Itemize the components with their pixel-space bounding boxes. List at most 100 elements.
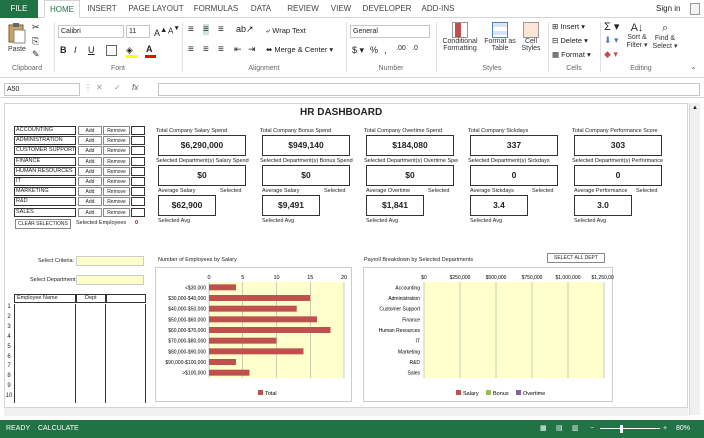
collapse-ribbon-icon[interactable]: ⌃: [690, 66, 697, 75]
add-department-button[interactable]: Add: [78, 126, 102, 135]
enter-icon[interactable]: ✓: [114, 83, 121, 92]
dept-cell[interactable]: [76, 313, 106, 324]
comma-icon[interactable]: ,: [384, 45, 387, 55]
percent-icon[interactable]: %: [370, 45, 378, 55]
dept-cell[interactable]: [76, 363, 106, 374]
cut-icon[interactable]: ✂: [32, 22, 44, 32]
remove-department-button[interactable]: Remove: [103, 166, 130, 176]
remove-department-button[interactable]: Remove: [103, 136, 130, 146]
dept-cell[interactable]: [76, 383, 106, 394]
increase-font-icon[interactable]: A▲: [154, 25, 167, 38]
add-department-button[interactable]: Add: [78, 207, 102, 217]
clear-selections-button[interactable]: CLEAR SELECTIONS: [15, 219, 71, 229]
tab-file[interactable]: FILE: [0, 0, 38, 18]
paste-button[interactable]: Paste: [6, 22, 28, 58]
employee-name-cell[interactable]: [14, 313, 76, 324]
dept-cell[interactable]: [76, 353, 106, 364]
align-left-icon[interactable]: ≡: [188, 44, 194, 55]
dept-cell[interactable]: [76, 333, 106, 344]
delete-cells-button[interactable]: ⊟ Delete ▾: [552, 36, 588, 45]
remove-department-button[interactable]: Remove: [103, 156, 130, 166]
align-middle-icon[interactable]: ≡: [203, 24, 209, 35]
horizontal-scrollbar[interactable]: [4, 407, 688, 416]
currency-icon[interactable]: $ ▾: [352, 45, 364, 56]
employee-name-cell[interactable]: [14, 323, 76, 334]
tab-home[interactable]: HOME: [44, 0, 80, 18]
employee-name-cell[interactable]: [14, 333, 76, 344]
worksheet[interactable]: ▲ HR DASHBOARD ACCOUNTING Add Remove ADM…: [0, 99, 704, 420]
dept-cell[interactable]: [76, 304, 106, 314]
italic-icon[interactable]: I: [74, 45, 77, 55]
remove-department-button[interactable]: Remove: [103, 126, 130, 135]
page-layout-view-icon[interactable]: ▤: [556, 420, 563, 438]
cancel-icon[interactable]: ✕: [96, 83, 103, 92]
remove-department-button[interactable]: Remove: [103, 177, 130, 186]
add-department-button[interactable]: Add: [78, 146, 102, 156]
sort-filter-button[interactable]: A↓ Sort & Filter ▾: [624, 22, 650, 49]
add-department-button[interactable]: Add: [78, 177, 102, 186]
orientation-icon[interactable]: ab↗: [236, 24, 254, 35]
zoom-in-icon[interactable]: +: [663, 420, 667, 438]
tab-insert[interactable]: INSERT: [84, 0, 120, 18]
employee-name-cell[interactable]: [14, 363, 76, 374]
wrap-text-button[interactable]: ⤶ Wrap Text: [266, 26, 306, 36]
add-department-button[interactable]: Add: [78, 187, 102, 197]
normal-view-icon[interactable]: ▦: [540, 420, 547, 438]
name-box[interactable]: A50: [4, 83, 80, 96]
format-cells-button[interactable]: ▦ Format ▾: [552, 50, 591, 59]
add-department-button[interactable]: Add: [78, 166, 102, 176]
add-department-button[interactable]: Add: [78, 197, 102, 207]
add-department-button[interactable]: Add: [78, 156, 102, 166]
employee-name-cell[interactable]: [14, 304, 76, 314]
zoom-slider[interactable]: [600, 428, 660, 429]
select-all-dept-button[interactable]: SELECT ALL DEPT: [547, 253, 605, 263]
cell-styles-button[interactable]: Cell Styles: [518, 22, 544, 52]
page-break-view-icon[interactable]: ▥: [572, 420, 579, 438]
zoom-slider-thumb[interactable]: [620, 425, 623, 433]
tab-view[interactable]: VIEW: [328, 0, 354, 18]
align-center-icon[interactable]: ≡: [203, 44, 209, 55]
tab-developer[interactable]: DEVELOPER: [362, 0, 412, 18]
copy-icon[interactable]: ⎘: [32, 36, 44, 46]
remove-department-button[interactable]: Remove: [103, 207, 130, 217]
remove-department-button[interactable]: Remove: [103, 187, 130, 197]
user-icon[interactable]: [690, 3, 700, 15]
merge-center-button[interactable]: ⬌ Merge & Center ▾: [266, 45, 333, 54]
select-department-input[interactable]: [76, 275, 144, 285]
align-top-icon[interactable]: ≡: [188, 24, 194, 35]
align-right-icon[interactable]: ≡: [218, 44, 224, 55]
employee-name-cell[interactable]: [14, 343, 76, 354]
border-icon[interactable]: [106, 45, 117, 56]
bold-icon[interactable]: B: [60, 45, 67, 55]
remove-department-button[interactable]: Remove: [103, 197, 130, 207]
insert-cells-button[interactable]: ⊞ Insert ▾: [552, 22, 585, 31]
tab-page-layout[interactable]: PAGE LAYOUT: [126, 0, 186, 18]
zoom-level[interactable]: 80%: [676, 420, 690, 438]
employee-name-cell[interactable]: [14, 373, 76, 384]
font-color-icon[interactable]: A: [146, 44, 153, 54]
font-size-select[interactable]: 11: [126, 25, 150, 38]
autosum-icon[interactable]: Σ ▾: [604, 20, 619, 33]
format-as-table-button[interactable]: Format as Table: [482, 22, 518, 52]
fill-icon[interactable]: ⬇ ▾: [604, 35, 619, 46]
employee-name-cell[interactable]: [14, 393, 76, 404]
font-name-select[interactable]: Calibri: [58, 25, 124, 38]
align-bottom-icon[interactable]: ≡: [218, 24, 224, 35]
number-format-select[interactable]: General: [350, 25, 430, 38]
employee-name-cell[interactable]: [14, 383, 76, 394]
insert-function-icon[interactable]: fx: [132, 83, 138, 92]
decrease-indent-icon[interactable]: ⇤: [234, 44, 242, 55]
conditional-formatting-button[interactable]: Conditional Formatting: [440, 22, 480, 52]
underline-icon[interactable]: U: [88, 45, 95, 55]
add-department-button[interactable]: Add: [78, 136, 102, 146]
increase-indent-icon[interactable]: ⇥: [248, 44, 256, 55]
status-calculate[interactable]: CALCULATE: [38, 420, 79, 438]
formula-input[interactable]: [158, 83, 700, 96]
select-criteria-input[interactable]: [76, 256, 144, 266]
scroll-up-icon[interactable]: ▲: [690, 105, 700, 111]
remove-department-button[interactable]: Remove: [103, 146, 130, 156]
tab-formulas[interactable]: FORMULAS: [192, 0, 240, 18]
dept-cell[interactable]: [76, 343, 106, 354]
dept-cell[interactable]: [76, 323, 106, 334]
find-select-button[interactable]: ⌕ Find & Select ▾: [652, 22, 678, 50]
